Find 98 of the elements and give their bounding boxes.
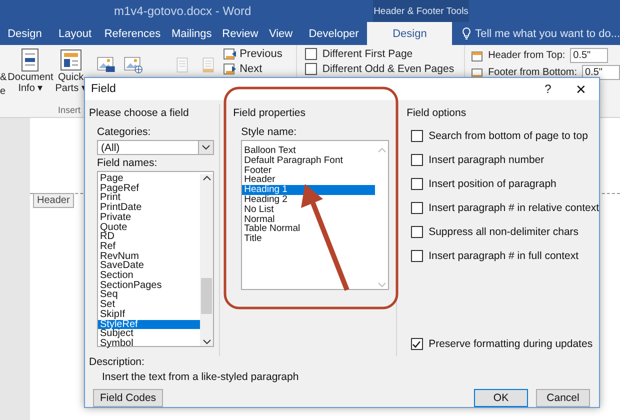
field-label: Footer from Bottom: <box>488 67 577 78</box>
scroll-up-icon <box>202 174 210 182</box>
scroll-thumb[interactable] <box>201 278 212 314</box>
list-item[interactable]: Print <box>98 193 200 204</box>
field-label: Field names: <box>97 157 158 169</box>
field-codes-button[interactable]: Field Codes <box>93 389 164 407</box>
list-item[interactable]: Seq <box>98 290 200 300</box>
list-item[interactable]: Ref <box>98 242 200 252</box>
button-label: Info ▾ <box>18 83 43 94</box>
list-item[interactable]: Symbol <box>98 338 200 349</box>
ribbon-tab[interactable]: Design <box>0 22 50 45</box>
group-heading: Field properties <box>233 107 307 119</box>
ok-button[interactable]: OK <box>474 389 528 407</box>
checkbox[interactable] <box>410 338 423 350</box>
ribbon-tab[interactable]: Developer <box>300 22 368 45</box>
ribbon-tab[interactable]: Layout <box>49 22 101 45</box>
navigation-button[interactable]: Next <box>222 63 282 75</box>
list-item[interactable]: PageRef <box>98 184 200 194</box>
checkbox[interactable] <box>305 48 318 60</box>
ribbon-tab[interactable]: Mailings <box>164 22 219 45</box>
checkbox[interactable] <box>410 154 423 166</box>
help-button[interactable]: ? <box>533 82 563 96</box>
checkbox-label: Different Odd & Even Pages <box>322 63 454 75</box>
parts-icon <box>58 48 83 72</box>
description-label: Description: <box>89 356 146 368</box>
list-item[interactable]: No List <box>242 204 376 215</box>
list-item[interactable]: PrintDate <box>98 203 200 213</box>
navigation-button[interactable]: Previous <box>222 48 282 60</box>
list-item[interactable]: SaveDate <box>98 261 200 272</box>
checkbox-label: Suppress all non-delimiter chars <box>428 226 579 238</box>
list-item[interactable]: Balloon Text <box>242 146 376 156</box>
context-tab-group: Header & Footer Tools <box>373 0 469 22</box>
list-item[interactable]: Heading 1 <box>242 185 376 195</box>
list-item[interactable]: RD <box>98 232 200 242</box>
checkbox-label: Insert paragraph # in full context <box>428 250 579 262</box>
list-item[interactable]: SectionPages <box>98 280 200 290</box>
spin-field[interactable]: 0.5" <box>570 48 608 63</box>
checkbox[interactable] <box>410 250 423 262</box>
list-item[interactable]: Heading 2 <box>242 194 376 205</box>
checkbox-label: Insert position of paragraph <box>428 178 556 190</box>
list-item[interactable]: Page <box>98 174 200 184</box>
previous-icon <box>222 48 237 60</box>
spin-field[interactable]: 0.5" <box>582 65 620 80</box>
next-icon <box>222 63 237 75</box>
checkbox[interactable] <box>410 226 423 238</box>
list-item[interactable]: Normal <box>242 214 376 224</box>
ribbon-button[interactable]: Document Info ▾ <box>6 45 54 103</box>
scroll-down-icon <box>378 281 386 289</box>
list-item[interactable]: SkipIf <box>98 310 200 320</box>
list-item[interactable]: Subject <box>98 329 200 339</box>
field-label: Style name: <box>241 126 298 138</box>
header-position-icon <box>471 50 486 62</box>
header-tag: Header <box>33 193 74 208</box>
list-item[interactable]: StyleRef <box>98 320 200 330</box>
ribbon-label: & <box>0 72 7 83</box>
ribbon-tab[interactable]: View <box>261 22 300 45</box>
checkbox[interactable] <box>305 63 318 75</box>
group-heading: Please choose a field <box>89 107 190 119</box>
list-item[interactable]: Default Paragraph Font <box>242 156 376 166</box>
scrollbar[interactable] <box>200 174 213 346</box>
list-item[interactable]: Header <box>242 175 376 186</box>
list-item[interactable]: Private <box>98 212 200 223</box>
cancel-button[interactable]: Cancel <box>536 389 590 407</box>
checkbox-label: Insert paragraph number <box>428 154 544 166</box>
field-label: Categories: <box>97 126 152 138</box>
checkbox[interactable] <box>410 130 423 142</box>
field-label: Header from Top: <box>488 50 566 61</box>
checkbox[interactable] <box>410 178 423 190</box>
window-title: m1v4-gotovo.docx - Word <box>114 4 252 18</box>
list-item[interactable]: Table Normal <box>242 224 376 234</box>
button-label: Document <box>8 72 54 83</box>
group-heading: Field options <box>406 107 468 119</box>
list-item[interactable]: Set <box>98 300 200 310</box>
list-item[interactable]: Section <box>98 271 200 281</box>
chevron-down-icon <box>202 145 210 150</box>
checkbox-label: Search from bottom of page to top <box>428 130 588 142</box>
tell-me-search[interactable]: Tell me what you want to do... <box>475 28 620 40</box>
ribbon-label: e <box>0 86 6 97</box>
group-label: Insert <box>58 105 81 115</box>
categories-dropdown[interactable]: (All) <box>97 140 214 155</box>
checkbox-label: Different First Page <box>322 48 413 60</box>
lightbulb-icon <box>462 27 472 40</box>
ribbon-tab[interactable]: Design <box>367 22 452 45</box>
ribbon-tab[interactable]: Review <box>219 22 262 45</box>
description-text: Insert the text from a like-styled paragraph <box>101 371 300 383</box>
button-label: Quick <box>58 72 84 83</box>
checkbox-label: Insert paragraph # in relative context <box>428 202 599 214</box>
list-item[interactable]: Footer <box>242 166 376 176</box>
dialog-title: Field <box>91 83 117 95</box>
checkbox[interactable] <box>410 202 423 214</box>
scroll-down-icon <box>202 338 210 346</box>
close-button[interactable]: ✕ <box>563 82 599 96</box>
checkbox-label: Preserve formatting during updates <box>428 338 593 350</box>
ribbon-tab[interactable]: References <box>100 22 164 45</box>
list-item[interactable]: RevNum <box>98 252 200 262</box>
scroll-up-icon <box>378 146 386 154</box>
list-item[interactable]: Quote <box>98 222 200 232</box>
list-item[interactable]: Title <box>242 234 376 244</box>
